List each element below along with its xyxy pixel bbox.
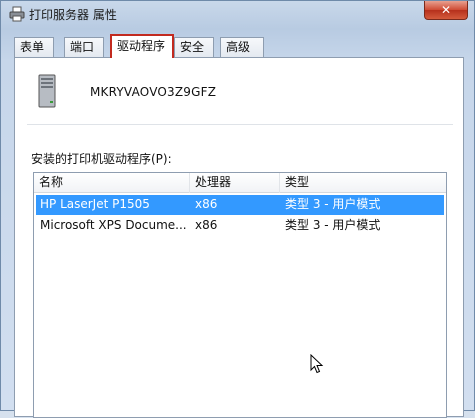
list-item[interactable]: Microsoft XPS Docume... x86 类型 3 - 用户模式 [36, 216, 444, 236]
divider [27, 124, 453, 125]
list-header: 名称 处理器 类型 [34, 173, 446, 193]
close-button[interactable]: ✕ [424, 1, 468, 20]
drivers-tab-panel: MKRYVAOVO3Z9GFZ 安装的打印机驱动程序(P): 名称 处理器 类型… [14, 57, 464, 418]
driver-processor: x86 [195, 218, 218, 232]
driver-name: Microsoft XPS Docume... [40, 218, 187, 232]
column-header-processor[interactable]: 处理器 [190, 173, 280, 193]
tab-drivers[interactable]: 驱动程序 [110, 34, 174, 58]
server-tower-icon [38, 74, 56, 108]
mouse-pointer-icon [310, 354, 324, 374]
print-server-properties-window: 打印服务器 属性 ✕ 表单 端口 驱动程序 安全 高级 MKRYVAOVO3Z9… [0, 0, 475, 418]
driver-name: HP LaserJet P1505 [40, 197, 150, 211]
tab-ports[interactable]: 端口 [64, 37, 104, 57]
driver-type: 类型 3 - 用户模式 [285, 197, 381, 211]
printer-icon [9, 6, 25, 22]
column-header-name[interactable]: 名称 [34, 173, 190, 193]
tab-forms[interactable]: 表单 [14, 37, 54, 57]
window-title: 打印服务器 属性 [29, 8, 117, 22]
driver-type: 类型 3 - 用户模式 [285, 218, 381, 232]
column-header-type[interactable]: 类型 [280, 173, 446, 193]
driver-processor: x86 [195, 197, 218, 211]
drivers-list[interactable]: 名称 处理器 类型 HP LaserJet P1505 x86 类型 3 - 用… [33, 172, 447, 418]
server-name: MKRYVAOVO3Z9GFZ [90, 85, 217, 99]
tab-advanced[interactable]: 高级 [220, 37, 264, 57]
title-bar[interactable]: 打印服务器 属性 ✕ [1, 1, 474, 29]
tab-security[interactable]: 安全 [174, 37, 214, 57]
list-item[interactable]: HP LaserJet P1505 x86 类型 3 - 用户模式 [36, 195, 444, 215]
installed-drivers-label: 安装的打印机驱动程序(P): [31, 152, 172, 166]
close-icon: ✕ [440, 3, 452, 17]
